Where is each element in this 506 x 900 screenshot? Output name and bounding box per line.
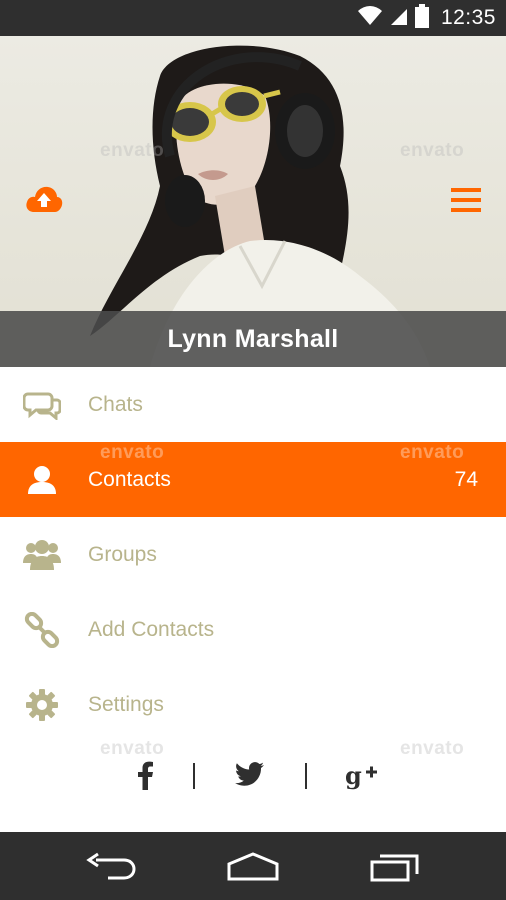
status-clock: 12:35 [440, 6, 496, 29]
twitter-icon [235, 762, 264, 786]
svg-text:g: g [345, 761, 362, 790]
profile-name: Lynn Marshall [167, 324, 339, 353]
menu-item-label: Contacts [88, 467, 171, 491]
upload-button[interactable] [25, 184, 63, 214]
menu-item-label: Groups [88, 542, 157, 566]
profile-header: envato envato Lynn Marshall [0, 36, 506, 367]
status-icons: 12:35 [357, 0, 496, 36]
twitter-button[interactable] [234, 759, 266, 791]
contacts-count-badge: 74 [454, 467, 478, 491]
menu-button[interactable] [451, 186, 481, 214]
menu-item-add-contacts[interactable]: Add Contacts [0, 592, 506, 667]
menu-item-contacts[interactable]: envato envato Contacts 74 [0, 442, 506, 517]
group-icon [22, 537, 62, 573]
cloud-upload-icon [26, 186, 63, 212]
menu-item-chats[interactable]: Chats [0, 367, 506, 442]
chat-icon [22, 387, 62, 423]
google-plus-button[interactable]: g [344, 759, 380, 791]
menu-item-label: Settings [88, 692, 164, 716]
hamburger-icon [451, 188, 481, 212]
google-plus-icon: g [345, 761, 377, 790]
home-button[interactable] [226, 850, 280, 884]
menu-item-label: Add Contacts [88, 617, 215, 641]
watermark: envato [100, 442, 165, 463]
status-bar: 12:35 [0, 0, 506, 36]
profile-name-strip: Lynn Marshall [0, 311, 506, 367]
nav-menu: Chats envato envato Contacts 74 Groups A… [0, 367, 506, 742]
facebook-button[interactable] [130, 759, 160, 791]
user-icon [22, 462, 62, 498]
recents-button[interactable] [370, 850, 420, 884]
recents-icon [370, 854, 419, 882]
battery-icon [414, 3, 429, 33]
home-icon [227, 852, 279, 881]
back-button[interactable] [86, 850, 136, 884]
system-nav-bar [0, 832, 506, 900]
wifi-icon [357, 5, 383, 32]
gear-icon [22, 687, 62, 723]
social-bar: g [0, 745, 506, 805]
menu-item-label: Chats [88, 392, 143, 416]
social-divider [305, 763, 307, 789]
signal-icon [389, 5, 409, 32]
menu-item-settings[interactable]: Settings [0, 667, 506, 742]
social-divider [193, 763, 195, 789]
facebook-icon [138, 761, 153, 790]
menu-item-groups[interactable]: Groups [0, 517, 506, 592]
back-icon [86, 852, 136, 880]
link-icon [22, 611, 62, 648]
watermark: envato [400, 442, 465, 463]
